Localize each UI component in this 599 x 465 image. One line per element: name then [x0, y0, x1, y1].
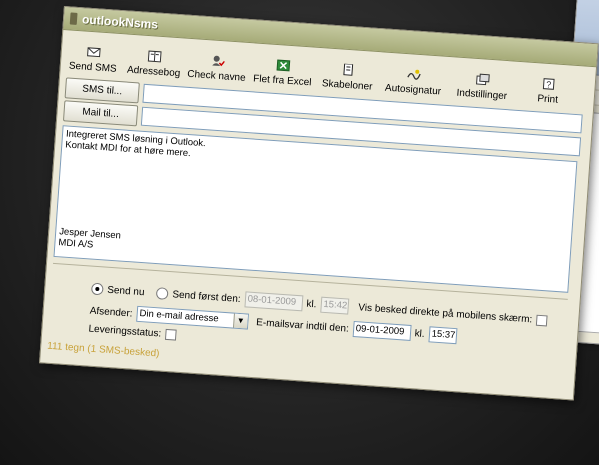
print-button[interactable]: ? Print [515, 75, 581, 107]
check-names-label: Check navne [186, 68, 246, 84]
show-on-screen-label: Vis besked direkte på mobilens skærm: [357, 301, 533, 325]
chevron-down-icon[interactable]: ▼ [232, 313, 248, 329]
templates-button[interactable]: Skabeloner [316, 61, 380, 93]
templates-icon [340, 62, 357, 77]
settings-icon [474, 72, 491, 87]
address-book-icon [146, 49, 163, 64]
settings-button[interactable]: Indstillinger [448, 70, 518, 103]
kl-label: kl. [306, 298, 317, 310]
sender-label: Afsender: [89, 305, 133, 320]
delivery-row: Leveringsstatus: [88, 323, 177, 341]
send-sms-label: Send SMS [68, 60, 118, 75]
send-first-time-field[interactable]: 15:42 [319, 296, 349, 315]
settings-label: Indstillinger [456, 87, 508, 103]
merge-excel-button[interactable]: Flet fra Excel [248, 56, 318, 89]
send-sms-button[interactable]: Send SMS [62, 43, 124, 75]
delivery-status-checkbox[interactable] [164, 328, 177, 341]
reply-date-field[interactable]: 09-01-2009 [352, 320, 412, 341]
sms-to-button[interactable]: SMS til... [64, 76, 140, 103]
delivery-status-label: Leveringsstatus: [88, 323, 162, 340]
check-names-button[interactable]: Check navne [184, 52, 250, 84]
sender-select[interactable]: Din e-mail adresse ▼ [135, 305, 249, 330]
autosignature-button[interactable]: Autosignatur [378, 65, 450, 98]
help-print-icon: ? [540, 76, 557, 91]
send-sms-icon [85, 45, 102, 60]
address-book-label: Adressebog [126, 64, 181, 80]
sender-select-value: Din e-mail adresse [139, 308, 219, 325]
reply-until-label: E-mailsvar indtil den: [255, 316, 350, 335]
print-label: Print [537, 93, 559, 106]
merge-excel-label: Flet fra Excel [252, 73, 312, 89]
show-on-screen-checkbox[interactable] [535, 314, 548, 326]
autosignature-label: Autosignatur [384, 82, 442, 98]
send-now-label: Send nu [106, 284, 145, 298]
send-first-label: Send først den: [172, 288, 242, 305]
address-book-button[interactable]: Adressebog [122, 47, 186, 79]
signature-block: Jesper Jensen MDI A/S [58, 226, 121, 252]
svg-text:?: ? [546, 79, 552, 89]
check-names-icon [209, 53, 226, 68]
send-first-radio[interactable] [156, 287, 169, 300]
window-title: outlookNsms [81, 12, 159, 32]
templates-label: Skabeloner [321, 78, 373, 93]
excel-icon [275, 58, 292, 73]
reply-time-field[interactable]: 15:37 [428, 326, 458, 345]
mail-to-button[interactable]: Mail til... [62, 99, 139, 126]
signature-icon [406, 67, 423, 82]
kl-label: kl. [414, 327, 426, 340]
send-now-radio[interactable] [90, 282, 104, 296]
app-icon [69, 12, 78, 25]
outlooknsms-window: outlookNsms Send SMS Adressebog Check na… [39, 6, 599, 401]
send-first-date-field[interactable]: 08-01-2009 [244, 291, 304, 312]
